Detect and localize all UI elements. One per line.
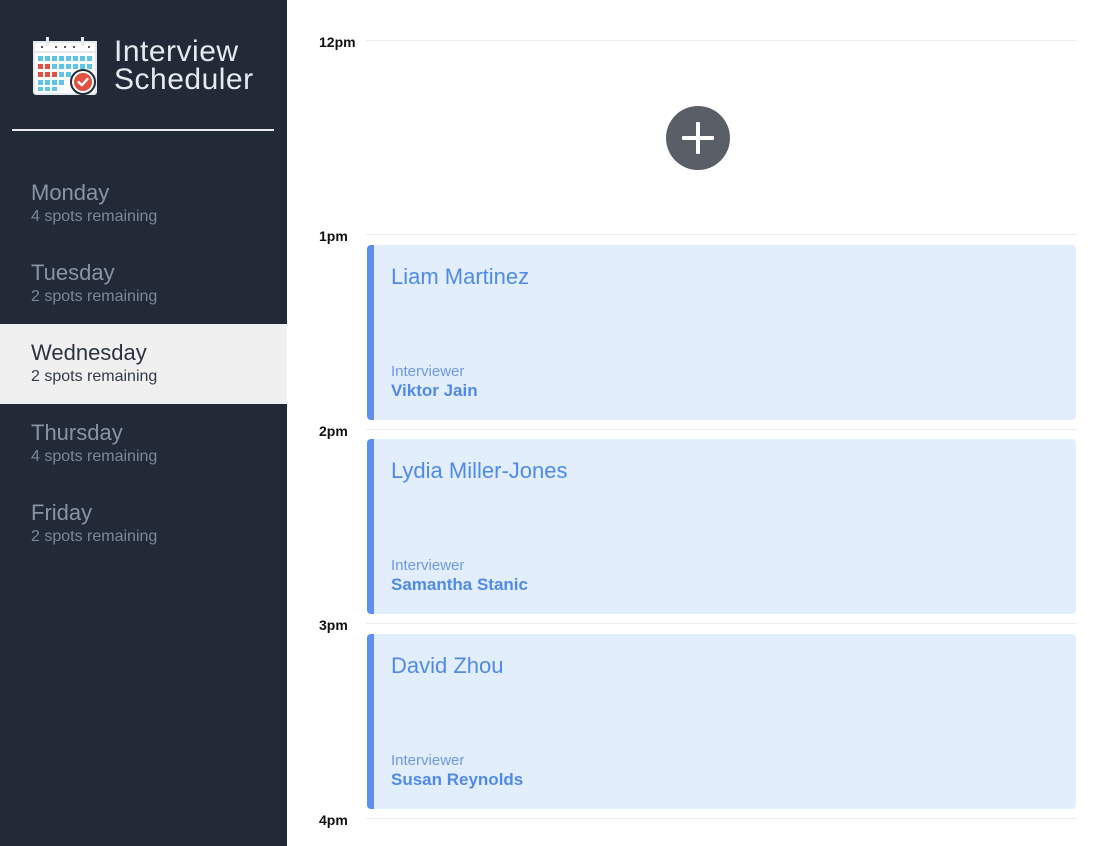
time-label: 1pm: [319, 228, 348, 244]
sidebar: Interview Scheduler Monday 4 spots remai…: [0, 0, 287, 846]
hour-divider: [366, 818, 1076, 819]
hour-divider: [366, 429, 1076, 430]
interviewer-name: Samantha Stanic: [391, 575, 528, 594]
interviewer-label: Interviewer: [391, 752, 465, 769]
student-name: David Zhou: [391, 653, 504, 678]
app-logo: Interview Scheduler: [32, 36, 254, 98]
day-spots: 2 spots remaining: [31, 528, 158, 545]
plus-icon-vertical: [696, 122, 700, 154]
day-name: Thursday: [31, 420, 123, 445]
app-root: Interview Scheduler Monday 4 spots remai…: [0, 0, 1108, 846]
appointment-card[interactable]: David Zhou Interviewer Susan Reynolds: [367, 634, 1076, 809]
interviewer-label: Interviewer: [391, 363, 465, 380]
day-list: Monday 4 spots remaining Tuesday 2 spots…: [0, 164, 287, 564]
add-appointment-button[interactable]: [666, 106, 730, 170]
schedule: 12pm 1pm Liam Martinez Interviewer Vikto…: [287, 0, 1108, 846]
day-name: Tuesday: [31, 260, 115, 285]
student-name: Lydia Miller-Jones: [391, 458, 568, 483]
day-item-tuesday[interactable]: Tuesday 2 spots remaining: [0, 244, 287, 324]
interviewer-name: Susan Reynolds: [391, 770, 524, 789]
interviewer-label: Interviewer: [391, 557, 465, 574]
app-title-line2: Scheduler: [114, 63, 254, 96]
hour-divider: [366, 40, 1076, 41]
day-spots: 4 spots remaining: [31, 208, 158, 225]
day-spots: 2 spots remaining: [31, 368, 158, 385]
appointment-card[interactable]: Lydia Miller-Jones Interviewer Samantha …: [367, 439, 1076, 614]
time-label: 12pm: [319, 34, 356, 50]
day-item-monday[interactable]: Monday 4 spots remaining: [0, 164, 287, 244]
app-title-line1: Interview: [114, 35, 239, 68]
hour-divider: [366, 234, 1076, 235]
hour-divider: [366, 623, 1076, 624]
day-spots: 4 spots remaining: [31, 448, 158, 465]
time-label: 2pm: [319, 423, 348, 439]
time-label: 4pm: [319, 812, 348, 828]
sidebar-divider: [12, 129, 274, 131]
day-item-friday[interactable]: Friday 2 spots remaining: [0, 484, 287, 564]
student-name: Liam Martinez: [391, 264, 530, 289]
app-title: Interview Scheduler: [114, 35, 254, 96]
interviewer-name: Viktor Jain: [391, 381, 478, 400]
day-item-thursday[interactable]: Thursday 4 spots remaining: [0, 404, 287, 484]
day-name: Monday: [31, 180, 110, 205]
day-spots: 2 spots remaining: [31, 288, 158, 305]
time-label: 3pm: [319, 617, 348, 633]
day-name: Friday: [31, 500, 93, 525]
day-item-wednesday[interactable]: Wednesday 2 spots remaining: [0, 324, 287, 404]
day-name: Wednesday: [31, 340, 147, 365]
calendar-check-icon: [33, 37, 97, 95]
appointment-card[interactable]: Liam Martinez Interviewer Viktor Jain: [367, 245, 1076, 420]
